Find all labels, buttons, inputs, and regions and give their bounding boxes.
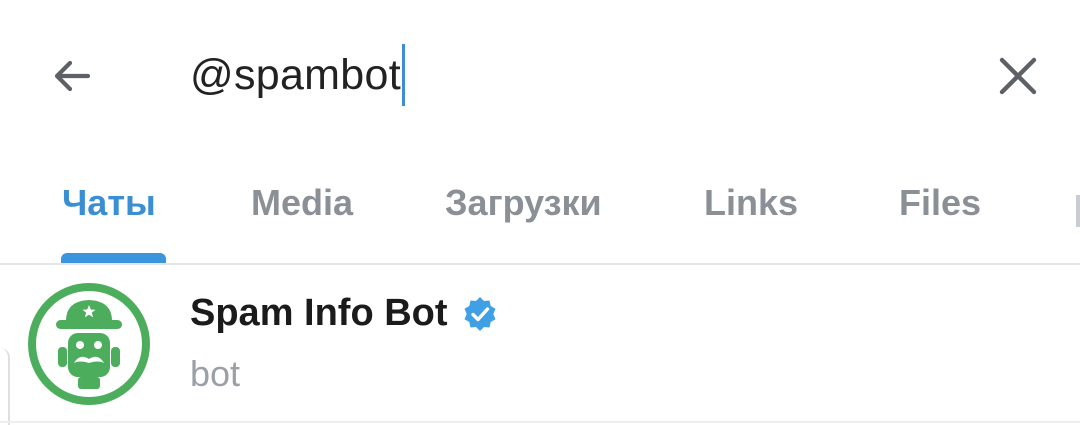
search-bar: @spambot	[0, 0, 1080, 150]
back-button[interactable]	[36, 40, 108, 112]
tab-media[interactable]: Media	[251, 182, 353, 224]
search-result-item[interactable]: Spam Info Bot bot	[0, 265, 1080, 423]
tab-links[interactable]: Links	[704, 182, 798, 224]
close-icon	[999, 57, 1037, 95]
text-cursor	[401, 44, 405, 106]
search-input[interactable]: @spambot	[190, 42, 405, 108]
tab-files[interactable]: Files	[899, 182, 981, 224]
bot-avatar	[28, 283, 150, 405]
search-query-text: @spambot	[190, 50, 401, 99]
tab-downloads[interactable]: Загрузки	[445, 182, 602, 224]
arrow-left-icon	[54, 60, 91, 92]
chat-subtitle: bot	[190, 353, 241, 394]
search-screen: @spambot Чаты Media Загрузки Links Files	[0, 0, 1080, 425]
result-title: Spam Info Bot	[190, 292, 498, 335]
search-tabs: Чаты Media Загрузки Links Files	[0, 170, 1080, 264]
partial-card-edge	[0, 348, 10, 425]
tab-overflow-edge	[1076, 195, 1080, 227]
chat-name: Spam Info Bot	[190, 292, 448, 334]
row-divider	[0, 421, 1080, 423]
tab-chats[interactable]: Чаты	[62, 182, 156, 224]
clear-search-button[interactable]	[982, 40, 1054, 112]
verified-badge-icon	[464, 296, 496, 331]
